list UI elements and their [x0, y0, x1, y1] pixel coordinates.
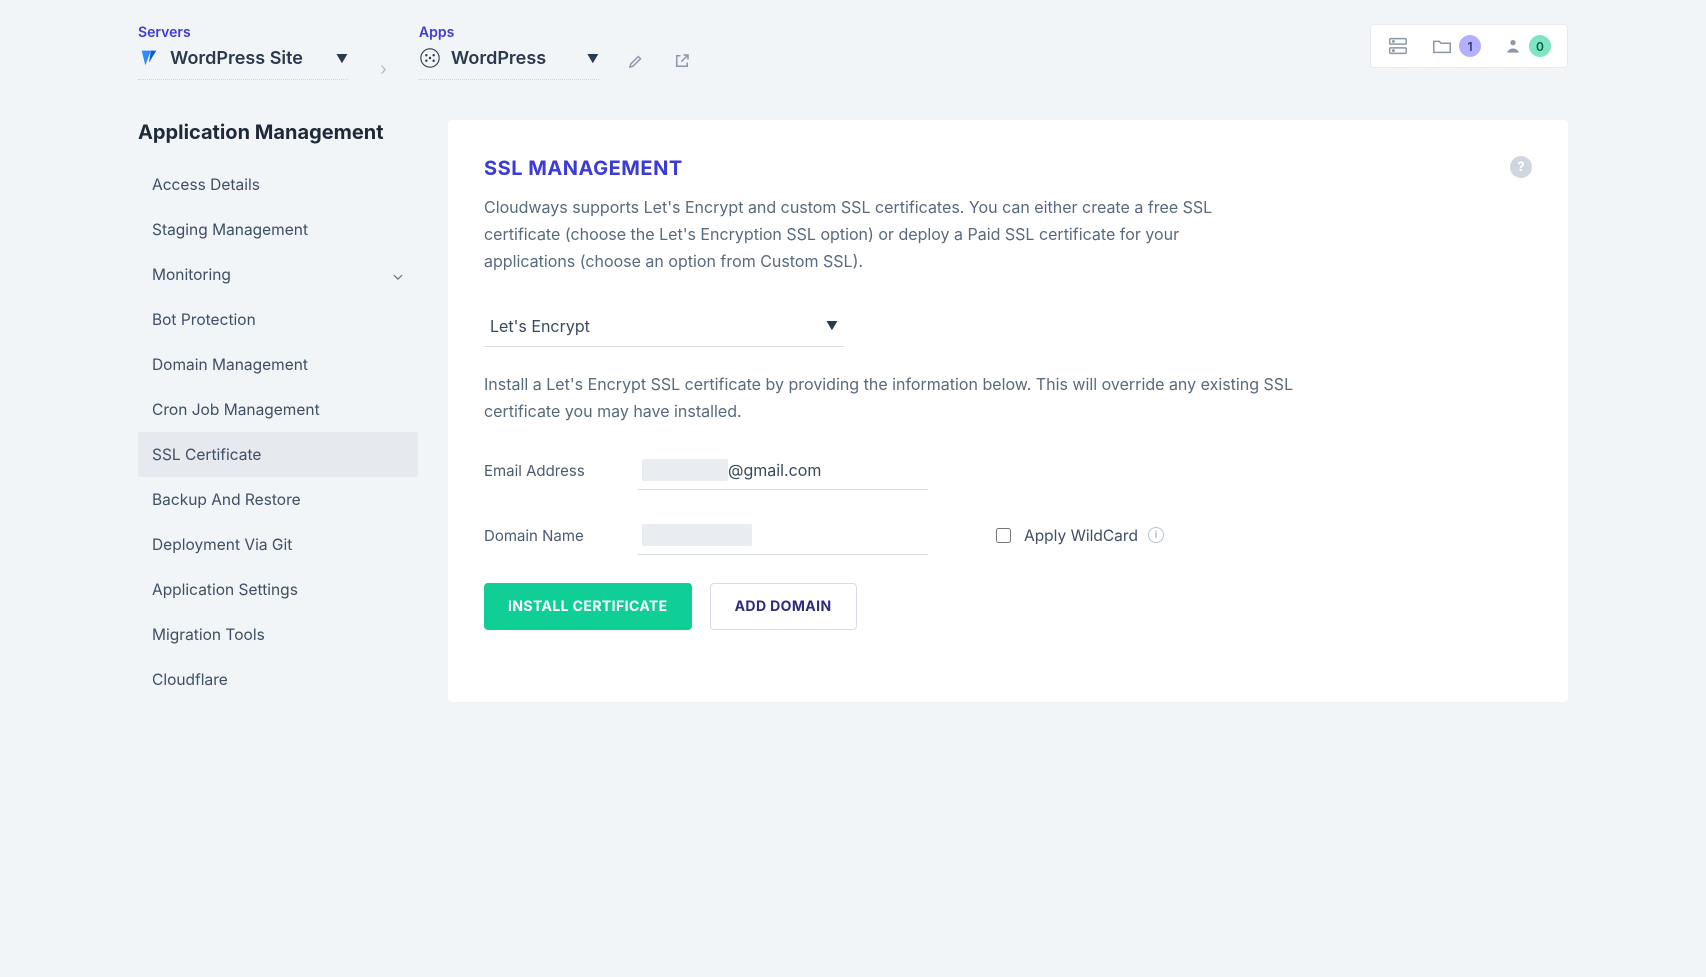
- sidebar-item-label: Migration Tools: [152, 625, 265, 644]
- caret-down-icon: ▼: [826, 318, 838, 333]
- wildcard-label: Apply WildCard: [1024, 526, 1138, 545]
- sidebar-item-application-settings[interactable]: Application Settings: [138, 567, 418, 612]
- wildcard-option[interactable]: Apply WildCard i: [992, 525, 1164, 546]
- ssl-hint: Install a Let's Encrypt SSL certificate …: [484, 371, 1314, 425]
- chevron-down-icon: ⌄: [392, 265, 404, 284]
- server-provider-icon: [138, 47, 160, 69]
- app-selected-label: WordPress: [451, 48, 577, 69]
- ssl-type-value: Let's Encrypt: [490, 316, 590, 336]
- redacted-text: [642, 459, 728, 481]
- sidebar-title: Application Management: [138, 120, 418, 144]
- sidebar-item-label: Cloudflare: [152, 670, 228, 689]
- sidebar-item-label: Bot Protection: [152, 310, 256, 329]
- help-icon[interactable]: ?: [1510, 156, 1532, 178]
- redacted-text: [642, 524, 752, 546]
- sidebar-item-ssl-certificate[interactable]: SSL Certificate: [138, 432, 418, 477]
- ssl-panel: SSL MANAGEMENT ? Cloudways supports Let'…: [448, 120, 1568, 702]
- projects-icon[interactable]: 1: [1431, 35, 1481, 57]
- servers-list-icon[interactable]: [1387, 35, 1409, 57]
- sidebar-item-label: Domain Management: [152, 355, 308, 374]
- sidebar-item-bot-protection[interactable]: Bot Protection: [138, 297, 418, 342]
- info-icon[interactable]: i: [1148, 527, 1164, 543]
- install-certificate-button[interactable]: INSTALL CERTIFICATE: [484, 583, 692, 630]
- app-platform-icon: [419, 47, 441, 69]
- sidebar-item-monitoring[interactable]: Monitoring ⌄: [138, 252, 418, 297]
- user-badge: 0: [1529, 35, 1551, 57]
- ssl-type-select[interactable]: Let's Encrypt ▼: [484, 306, 844, 347]
- add-domain-button[interactable]: ADD DOMAIN: [710, 583, 857, 630]
- sidebar-item-label: SSL Certificate: [152, 445, 261, 464]
- server-selected-label: WordPress Site: [170, 48, 326, 69]
- app-selector[interactable]: WordPress ▼: [419, 47, 599, 80]
- sidebar-item-staging-management[interactable]: Staging Management: [138, 207, 418, 252]
- caret-down-icon: ▼: [587, 51, 599, 66]
- sidebar-item-deployment-via-git[interactable]: Deployment Via Git: [138, 522, 418, 567]
- sidebar-item-backup-and-restore[interactable]: Backup And Restore: [138, 477, 418, 522]
- account-toolbar: 1 0: [1370, 24, 1568, 68]
- account-icon[interactable]: 0: [1503, 35, 1551, 57]
- breadcrumb-separator-icon: ›: [376, 59, 391, 80]
- open-app-icon[interactable]: [673, 52, 691, 70]
- wildcard-checkbox[interactable]: [996, 528, 1011, 543]
- sidebar-item-label: Cron Job Management: [152, 400, 320, 419]
- sidebar-item-label: Deployment Via Git: [152, 535, 292, 554]
- sidebar-item-cloudflare[interactable]: Cloudflare: [138, 657, 418, 702]
- apps-heading: Apps: [419, 24, 599, 41]
- domain-input[interactable]: [638, 516, 928, 555]
- email-visible-part: @gmail.com: [728, 460, 821, 480]
- sidebar-item-label: Access Details: [152, 175, 260, 194]
- projects-badge: 1: [1459, 35, 1481, 57]
- sidebar-item-migration-tools[interactable]: Migration Tools: [138, 612, 418, 657]
- sidebar-item-label: Monitoring: [152, 265, 231, 284]
- server-selector[interactable]: WordPress Site ▼: [138, 47, 348, 80]
- panel-title: SSL MANAGEMENT: [484, 156, 683, 180]
- edit-app-icon[interactable]: [627, 52, 645, 70]
- servers-heading: Servers: [138, 24, 348, 41]
- sidebar-item-label: Application Settings: [152, 580, 298, 599]
- sidebar-item-domain-management[interactable]: Domain Management: [138, 342, 418, 387]
- email-label: Email Address: [484, 461, 614, 480]
- sidebar-item-label: Staging Management: [152, 220, 308, 239]
- sidebar-item-access-details[interactable]: Access Details: [138, 162, 418, 207]
- domain-label: Domain Name: [484, 526, 614, 545]
- sidebar-item-label: Backup And Restore: [152, 490, 301, 509]
- panel-description: Cloudways supports Let's Encrypt and cus…: [484, 194, 1244, 276]
- email-input[interactable]: @gmail.com: [638, 451, 928, 490]
- caret-down-icon: ▼: [336, 51, 348, 66]
- sidebar-item-cron-job-management[interactable]: Cron Job Management: [138, 387, 418, 432]
